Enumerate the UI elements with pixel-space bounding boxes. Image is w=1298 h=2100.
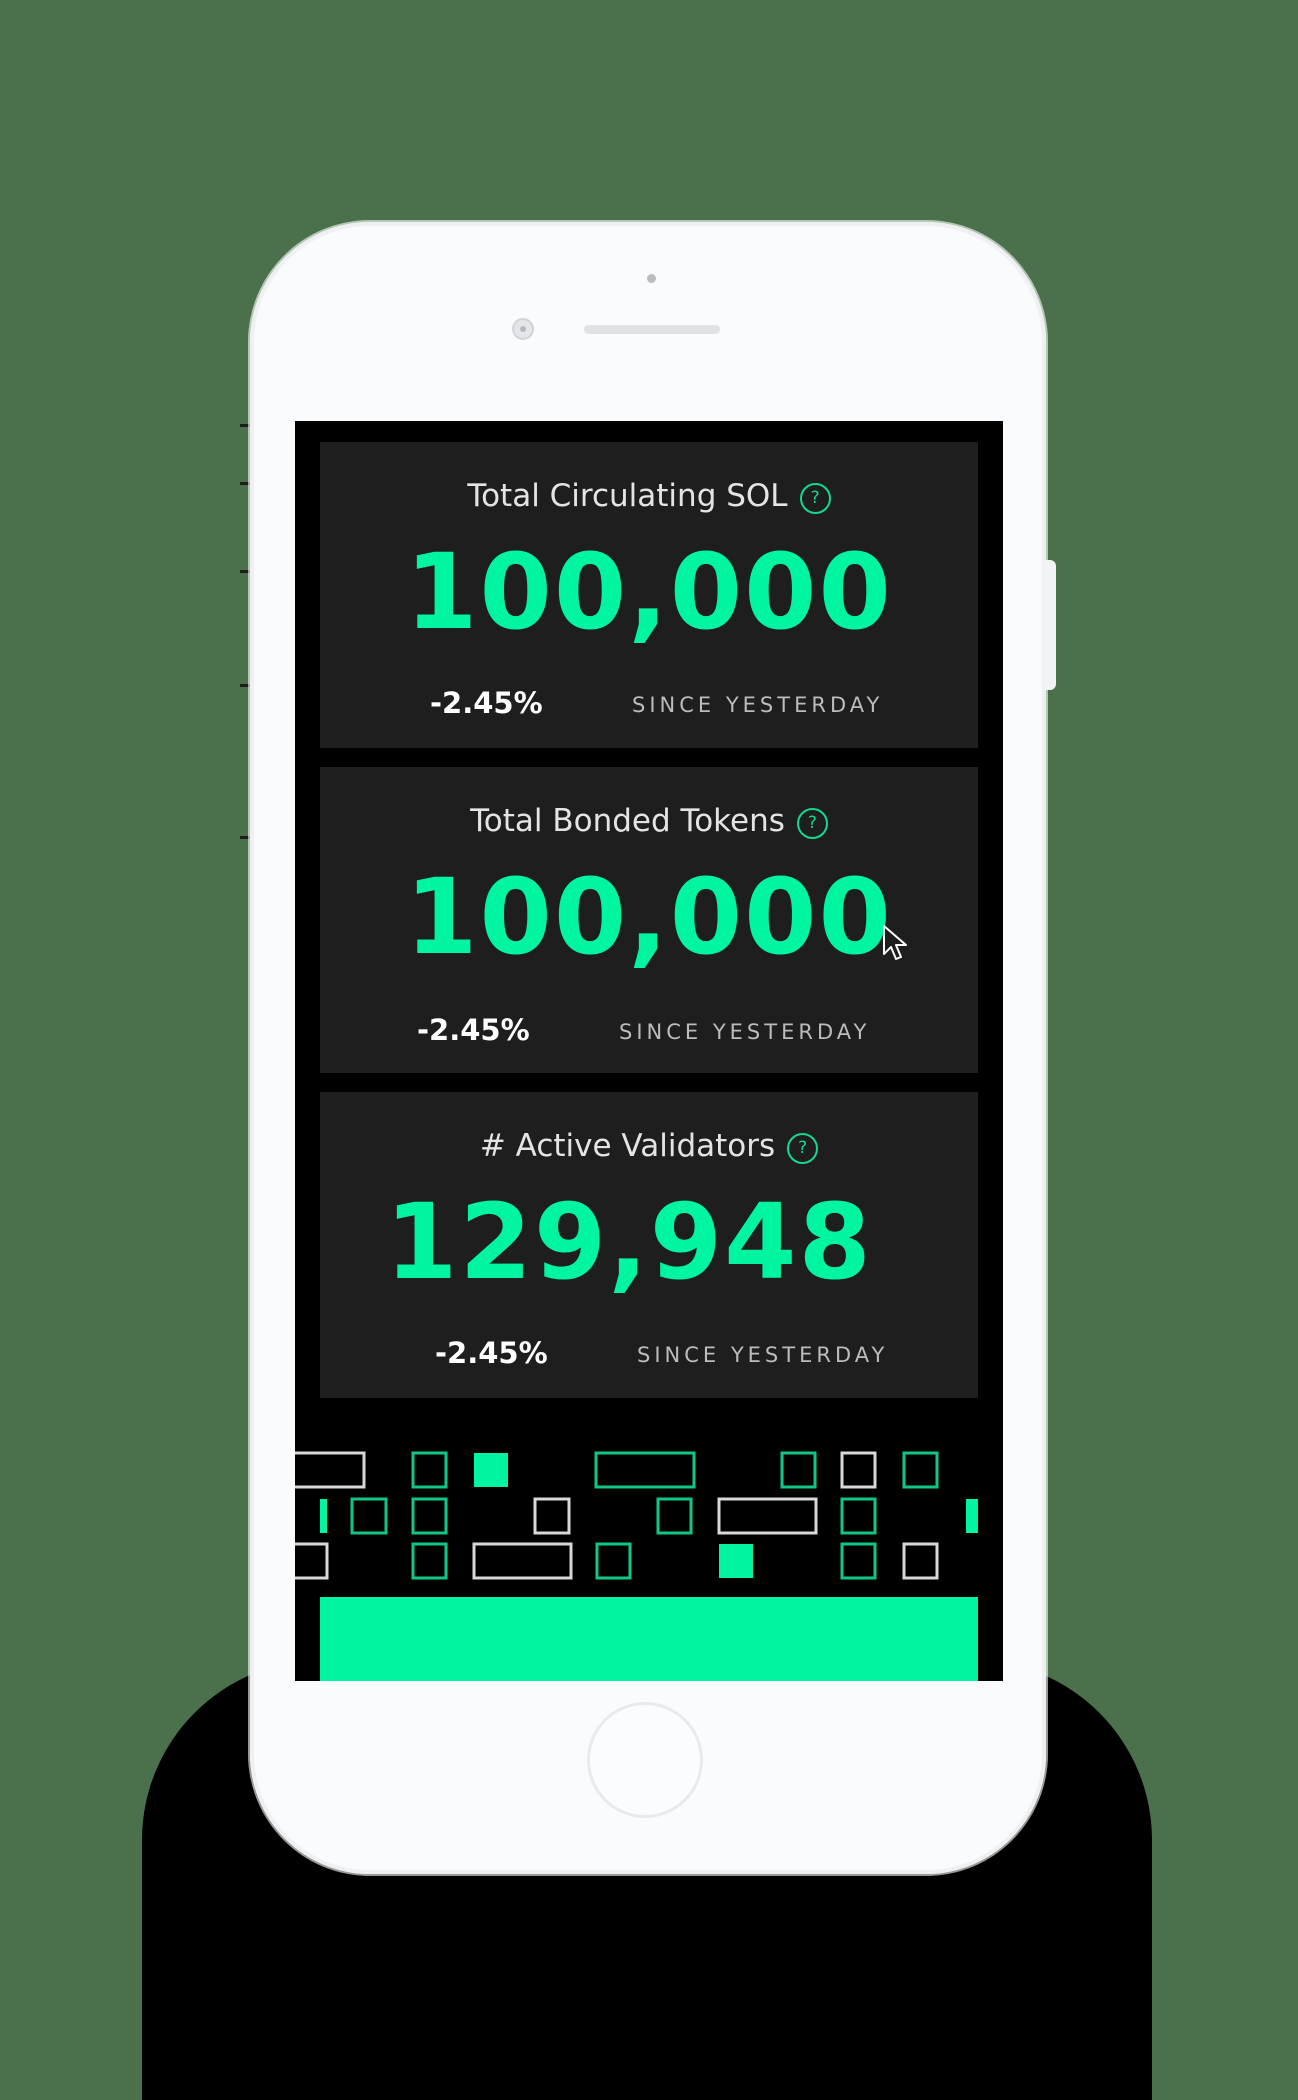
block-outline <box>411 1542 448 1580</box>
phone-side-button <box>240 482 250 485</box>
block-outline <box>902 1451 939 1489</box>
phone-side-button <box>240 424 250 427</box>
block-outline <box>595 1542 632 1580</box>
block-outline <box>295 1542 329 1580</box>
accent-bar-button[interactable] <box>320 1597 978 1681</box>
block-outline <box>533 1497 571 1535</box>
camera-icon <box>512 318 534 340</box>
block-filled <box>474 1453 508 1487</box>
block-outline <box>472 1542 573 1580</box>
block-filled <box>719 1544 753 1578</box>
block-outline <box>350 1497 388 1535</box>
block-filled <box>966 1499 978 1533</box>
block-outline <box>411 1497 448 1535</box>
phone-screen: Total Circulating SOL? 100,000 -2.45% SI… <box>295 421 1003 1681</box>
phone-side-button <box>240 570 250 573</box>
block-outline <box>840 1451 877 1489</box>
block-outline <box>840 1497 877 1535</box>
block-outline <box>656 1497 693 1535</box>
block-filled <box>320 1499 327 1533</box>
block-outline <box>780 1451 817 1489</box>
front-sensor <box>647 274 656 283</box>
phone-power-button <box>1044 560 1056 690</box>
speaker-grille <box>584 325 720 334</box>
block-outline <box>594 1451 696 1489</box>
block-outline <box>717 1497 818 1535</box>
home-button[interactable] <box>587 1702 703 1818</box>
block-outline <box>840 1542 877 1580</box>
phone-side-button <box>240 836 250 839</box>
block-pattern <box>295 1451 978 1580</box>
phone-side-button <box>240 684 250 687</box>
block-outline <box>902 1542 939 1580</box>
block-outline <box>295 1451 366 1489</box>
block-outline <box>411 1451 448 1489</box>
